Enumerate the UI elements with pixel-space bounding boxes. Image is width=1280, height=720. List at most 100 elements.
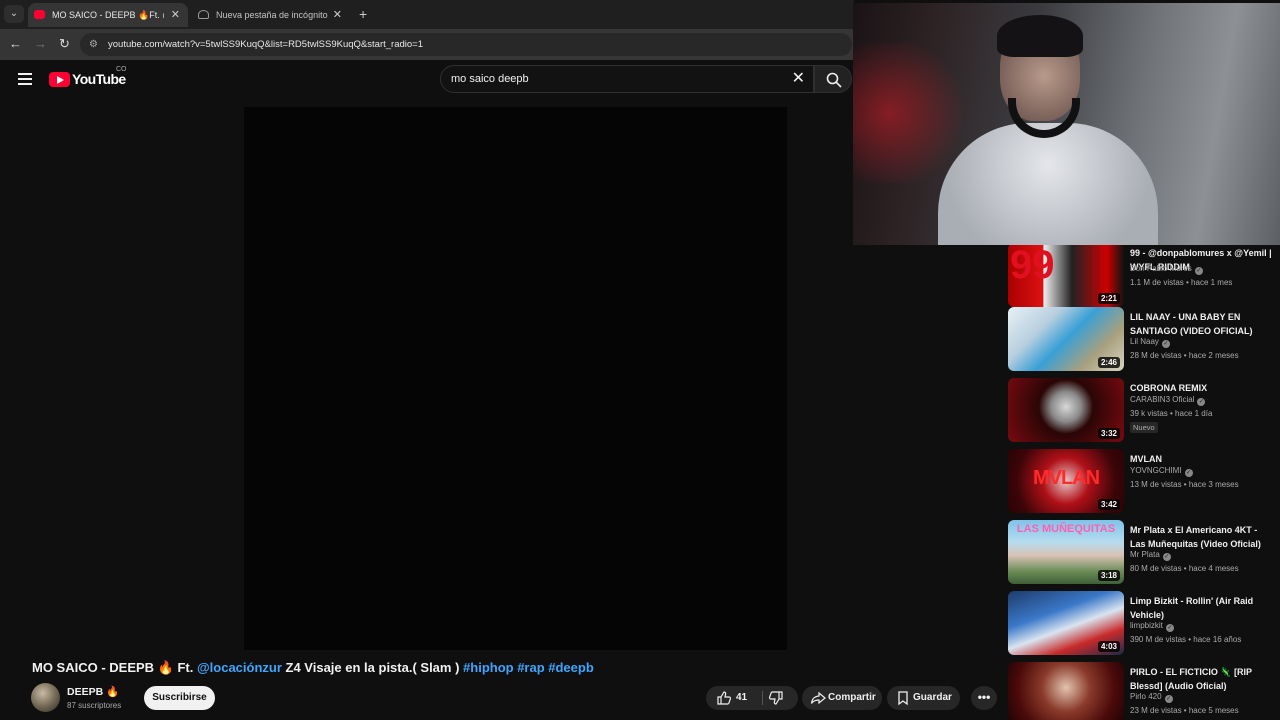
forward-arrow-icon[interactable]: →	[34, 35, 47, 53]
related-channel-name[interactable]: Mr Plata ✓	[1130, 550, 1171, 561]
person-hair	[997, 15, 1083, 57]
thumbnail-text: 99	[1010, 245, 1055, 287]
related-video-title[interactable]: LIL NAAY - UNA BABY EN SANTIAGO (VIDEO O…	[1130, 311, 1274, 338]
related-videos: 99 2:21 99 - @donpablomures x @Yemil | W…	[1008, 245, 1280, 720]
more-actions-button[interactable]: •••	[971, 686, 997, 710]
channel-text: Don Pablo Mures	[1130, 264, 1192, 273]
like-count: 41	[736, 692, 748, 703]
address-bar[interactable]: ⚙ youtube.com/watch?v=5twlSS9KuqQ&list=R…	[80, 33, 852, 56]
browser-tab-bar: ⌄ MO SAICO - DEEPB 🔥Ft. @loc ✕ Nueva pes…	[0, 0, 854, 29]
search-button[interactable]	[814, 65, 852, 93]
video-thumbnail[interactable]: 99 2:21	[1008, 245, 1124, 307]
channel-text: Pirlo 420	[1130, 692, 1162, 701]
related-channel-name[interactable]: YOVNGCHIMI ✓	[1130, 466, 1193, 477]
related-video-item[interactable]: 4:03 Limp Bizkit - Rollin' (Air Raid Veh…	[1008, 591, 1280, 657]
related-video-item[interactable]: 2:46 LIL NAAY - UNA BABY EN SANTIAGO (VI…	[1008, 307, 1280, 373]
related-channel-name[interactable]: CARABIN3 Oficial ✓	[1130, 395, 1206, 406]
video-thumbnail[interactable]: 4:03	[1008, 591, 1124, 655]
related-video-item[interactable]: PIRLO - EL FICTICIO 🦎 [RIP Blessd] (Audi…	[1008, 662, 1280, 720]
site-info-icon[interactable]: ⚙	[89, 39, 101, 50]
video-thumbnail[interactable]: MVLAN 3:42	[1008, 449, 1124, 513]
related-video-item[interactable]: MVLAN 3:42 MVLAN YOVNGCHIMI ✓ 13 M de vis…	[1008, 449, 1280, 515]
tab-title: MO SAICO - DEEPB 🔥Ft. @loc	[52, 10, 164, 20]
back-arrow-icon[interactable]: ←	[9, 35, 22, 53]
thumbs-up-icon[interactable]	[716, 690, 732, 706]
webcam-overlay	[853, 3, 1280, 245]
logo-text: YouTube	[72, 71, 126, 87]
like-dislike-group: 41	[706, 686, 798, 710]
subscriber-count: 87 suscriptores	[67, 701, 122, 710]
related-video-title[interactable]: Mr Plata x El Americano 4KT - Las Muñequ…	[1130, 524, 1274, 551]
related-channel-name[interactable]: Pirlo 420 ✓	[1130, 692, 1173, 703]
related-video-meta: 39 k vistas • hace 1 día	[1130, 409, 1213, 418]
subscribe-button[interactable]: Suscribirse	[144, 686, 215, 710]
incognito-icon	[198, 10, 209, 19]
video-thumbnail[interactable]: LAS MUÑEQUITAS 3:18	[1008, 520, 1124, 584]
title-text: MO SAICO - DEEPB 🔥 Ft.	[32, 660, 197, 675]
video-thumbnail[interactable]: 2:46	[1008, 307, 1124, 371]
title-text: Z4 Visaje en la pista.( Slam )	[281, 660, 464, 675]
related-video-title[interactable]: MVLAN	[1130, 453, 1274, 467]
related-video-meta: 80 M de vistas • hace 4 meses	[1130, 564, 1239, 573]
clear-search-icon[interactable]: ✕	[792, 66, 805, 92]
video-player[interactable]	[244, 107, 787, 650]
video-thumbnail[interactable]	[1008, 662, 1124, 720]
channel-avatar[interactable]	[31, 683, 60, 712]
thumbnail-text: MVLAN	[1032, 467, 1100, 489]
search-input[interactable]: mo saico deepb ✕	[440, 65, 814, 93]
video-duration: 3:18	[1097, 570, 1120, 581]
related-video-item[interactable]: LAS MUÑEQUITAS 3:18 Mr Plata x El Americ…	[1008, 520, 1280, 586]
video-thumbnail[interactable]: 3:32	[1008, 378, 1124, 442]
hashtag-links[interactable]: #hiphop #rap #deepb	[463, 660, 594, 675]
channel-name[interactable]: DEEPB 🔥	[67, 685, 119, 698]
search-icon	[826, 72, 842, 88]
thumbnail-text: LAS MUÑEQUITAS	[1016, 523, 1116, 535]
youtube-header: YouTube CO mo saico deepb ✕	[0, 60, 854, 100]
verified-icon: ✓	[1164, 695, 1173, 703]
video-duration: 3:32	[1097, 428, 1120, 439]
mention-link[interactable]: @locaciónzur	[197, 660, 282, 675]
related-video-item[interactable]: 3:32 COBRONA REMIX CARABIN3 Oficial ✓ 39 …	[1008, 378, 1280, 444]
tab-youtube[interactable]: MO SAICO - DEEPB 🔥Ft. @loc ✕	[28, 3, 188, 27]
tab-incognito[interactable]: Nueva pestaña de incógnito ✕	[192, 3, 350, 27]
related-video-meta: 23 M de vistas • hace 5 meses	[1130, 706, 1239, 715]
related-video-title[interactable]: PIRLO - EL FICTICIO 🦎 [RIP Blessd] (Audi…	[1130, 666, 1274, 693]
region-code: CO	[116, 66, 127, 73]
related-video-title[interactable]: COBRONA REMIX	[1130, 382, 1274, 396]
screen: ⌄ MO SAICO - DEEPB 🔥Ft. @loc ✕ Nueva pes…	[0, 0, 1280, 720]
verified-icon: ✓	[1162, 553, 1171, 561]
related-video-meta: 28 M de vistas • hace 2 meses	[1130, 351, 1239, 360]
reload-icon[interactable]: ↻	[59, 35, 70, 53]
share-label: Compartir	[828, 692, 876, 703]
related-video-item[interactable]: 99 2:21 99 - @donpablomures x @Yemil | W…	[1008, 245, 1280, 309]
video-duration: 4:03	[1097, 641, 1120, 652]
related-video-meta: 13 M de vistas • hace 3 meses	[1130, 480, 1239, 489]
video-duration: 2:46	[1097, 357, 1120, 368]
channel-text: Mr Plata	[1130, 550, 1160, 559]
youtube-play-icon	[49, 72, 70, 87]
related-video-meta: 1.1 M de vistas • hace 1 mes	[1130, 278, 1233, 287]
verified-icon: ✓	[1194, 267, 1203, 275]
save-button[interactable]: Guardar	[887, 686, 960, 710]
video-duration: 3:42	[1097, 499, 1120, 510]
related-video-title[interactable]: Limp Bizkit - Rollin' (Air Raid Vehicle)	[1130, 595, 1274, 622]
divider	[762, 691, 763, 705]
close-tab-icon[interactable]: ✕	[333, 3, 342, 27]
close-tab-icon[interactable]: ✕	[171, 3, 180, 27]
tab-title: Nueva pestaña de incógnito	[216, 10, 328, 20]
verified-icon: ✓	[1197, 398, 1206, 406]
verified-icon: ✓	[1161, 340, 1170, 348]
related-channel-name[interactable]: limpbizkit ✓	[1130, 621, 1174, 632]
bookmark-icon	[898, 691, 908, 706]
tab-search-icon[interactable]: ⌄	[4, 5, 24, 23]
related-channel-name[interactable]: Don Pablo Mures ✓	[1130, 264, 1203, 275]
verified-icon: ✓	[1165, 624, 1174, 632]
related-video-meta: 390 M de vistas • hace 16 años	[1130, 635, 1242, 644]
related-channel-name[interactable]: Lil Naay ✓	[1130, 337, 1170, 348]
channel-text: Lil Naay	[1130, 337, 1159, 346]
thumbs-down-icon[interactable]	[768, 690, 784, 706]
menu-icon[interactable]	[18, 73, 32, 85]
video-title: MO SAICO - DEEPB 🔥 Ft. @locaciónzur Z4 V…	[32, 659, 594, 677]
new-tab-icon[interactable]: +	[359, 5, 367, 23]
share-button[interactable]: Compartir	[802, 686, 882, 710]
